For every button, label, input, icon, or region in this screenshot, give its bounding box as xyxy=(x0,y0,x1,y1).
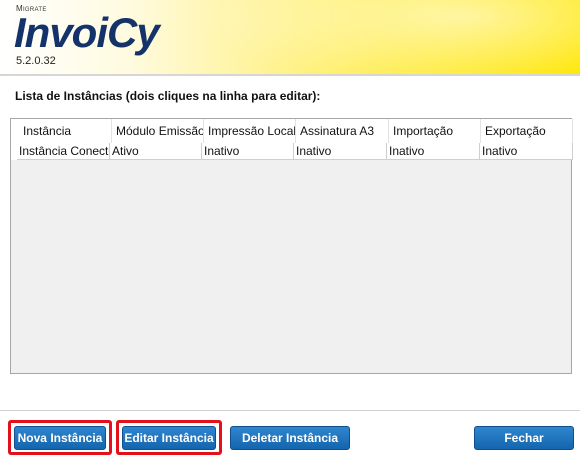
app-version: 5.2.0.32 xyxy=(16,55,56,67)
column-header-importacao[interactable]: Importação xyxy=(389,119,481,143)
delete-instance-button[interactable]: Deletar Instância xyxy=(230,426,350,450)
instances-window: Migrate InvoiCy 5.2.0.32 Lista de Instân… xyxy=(0,0,580,460)
cell-impressao-local[interactable]: Inativo xyxy=(202,143,294,160)
list-title: Lista de Instâncias (dois cliques na lin… xyxy=(15,89,321,103)
column-header-instancia[interactable]: Instância xyxy=(19,119,112,143)
table-row[interactable]: Instância Conector Ativo Inativo Inativo… xyxy=(11,143,573,160)
cell-importacao[interactable]: Inativo xyxy=(387,143,480,160)
new-instance-button[interactable]: Nova Instância xyxy=(14,426,106,450)
app-logo: InvoiCy xyxy=(14,9,160,56)
grid-header: Instância Módulo Emissão Impressão Local… xyxy=(11,119,573,144)
footer-divider xyxy=(0,410,580,411)
cell-modulo-emissao[interactable]: Ativo xyxy=(110,143,202,160)
close-button[interactable]: Fechar xyxy=(474,426,574,450)
column-header-assinatura-a3[interactable]: Assinatura A3 xyxy=(296,119,389,143)
column-header-exportacao[interactable]: Exportação xyxy=(481,119,573,143)
cell-assinatura-a3[interactable]: Inativo xyxy=(294,143,387,160)
column-header-modulo-emissao[interactable]: Módulo Emissão xyxy=(112,119,204,143)
instances-grid[interactable]: Instância Módulo Emissão Impressão Local… xyxy=(10,118,573,374)
app-header: Migrate InvoiCy 5.2.0.32 xyxy=(0,0,580,74)
cell-instancia[interactable]: Instância Conector xyxy=(17,143,110,160)
header-divider xyxy=(0,74,580,76)
cell-exportacao[interactable]: Inativo xyxy=(480,143,573,160)
edit-instance-button[interactable]: Editar Instância xyxy=(122,426,216,450)
column-header-impressao-local[interactable]: Impressão Local xyxy=(204,119,296,143)
header-swoosh xyxy=(150,0,580,74)
